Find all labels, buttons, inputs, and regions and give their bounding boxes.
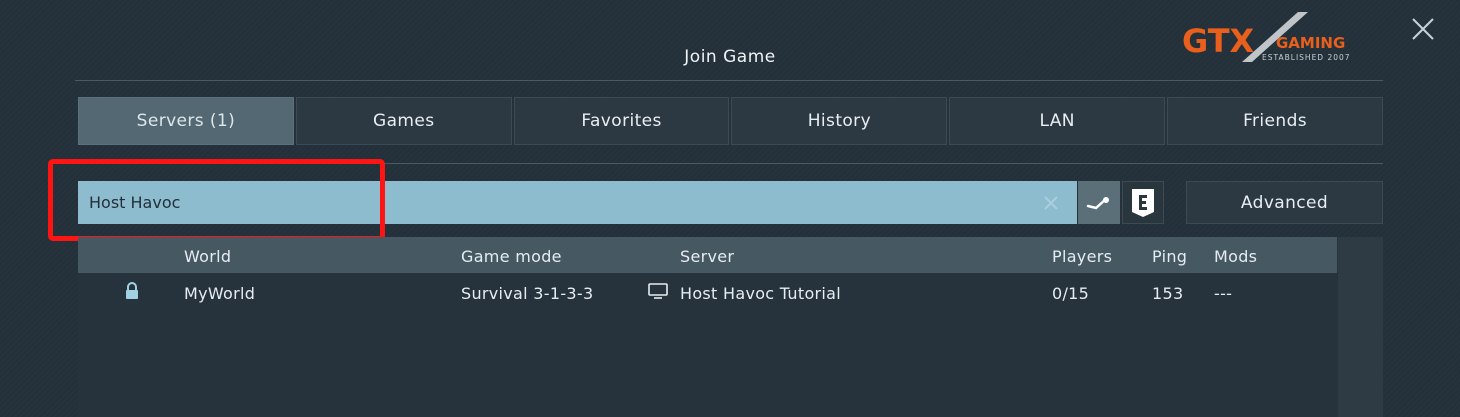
tab-favorites[interactable]: Favorites [513,97,730,145]
tab-friends[interactable]: Friends [1167,97,1383,145]
logo-tagline: ESTABLISHED 2007 [1262,53,1351,62]
server-ping: 153 [1152,284,1184,303]
logo-sub: GAMING [1276,34,1345,52]
column-game-mode[interactable]: Game mode [461,247,562,266]
dedicated-server-icon [648,283,668,299]
column-mods[interactable]: Mods [1214,247,1257,266]
column-world[interactable]: World [184,247,231,266]
logo-brand: GTX [1182,22,1255,60]
tab-lan[interactable]: LAN [949,97,1166,145]
server-game-mode: Survival 3-1-3-3 [461,284,594,303]
server-players: 0/15 [1052,284,1090,303]
column-players[interactable]: Players [1052,247,1112,266]
tab-bar: Servers (1) Games Favorites History LAN … [78,97,1383,145]
tab-servers[interactable]: Servers (1) [78,97,294,145]
search-input[interactable] [78,181,1077,224]
server-list-scrollbar[interactable] [1338,237,1383,417]
close-icon[interactable] [1410,16,1436,42]
epic-games-icon [1132,188,1154,217]
steam-filter-button[interactable] [1078,181,1120,224]
advanced-button[interactable]: Advanced [1186,181,1383,224]
header-divider [75,80,1383,81]
server-mods: --- [1214,284,1233,303]
epic-filter-button[interactable] [1122,181,1164,224]
tab-games[interactable]: Games [295,97,512,145]
column-server[interactable]: Server [680,247,734,266]
server-name: Host Havoc Tutorial [680,284,842,303]
server-world: MyWorld [184,284,256,303]
clear-search-icon[interactable] [1040,192,1062,214]
tabs-divider [75,163,1383,164]
tab-history[interactable]: History [731,97,948,145]
steam-icon [1086,196,1109,209]
lock-icon [126,282,138,299]
column-ping[interactable]: Ping [1152,247,1187,266]
gtx-gaming-logo: GTX GAMING ESTABLISHED 2007 [1182,12,1351,62]
